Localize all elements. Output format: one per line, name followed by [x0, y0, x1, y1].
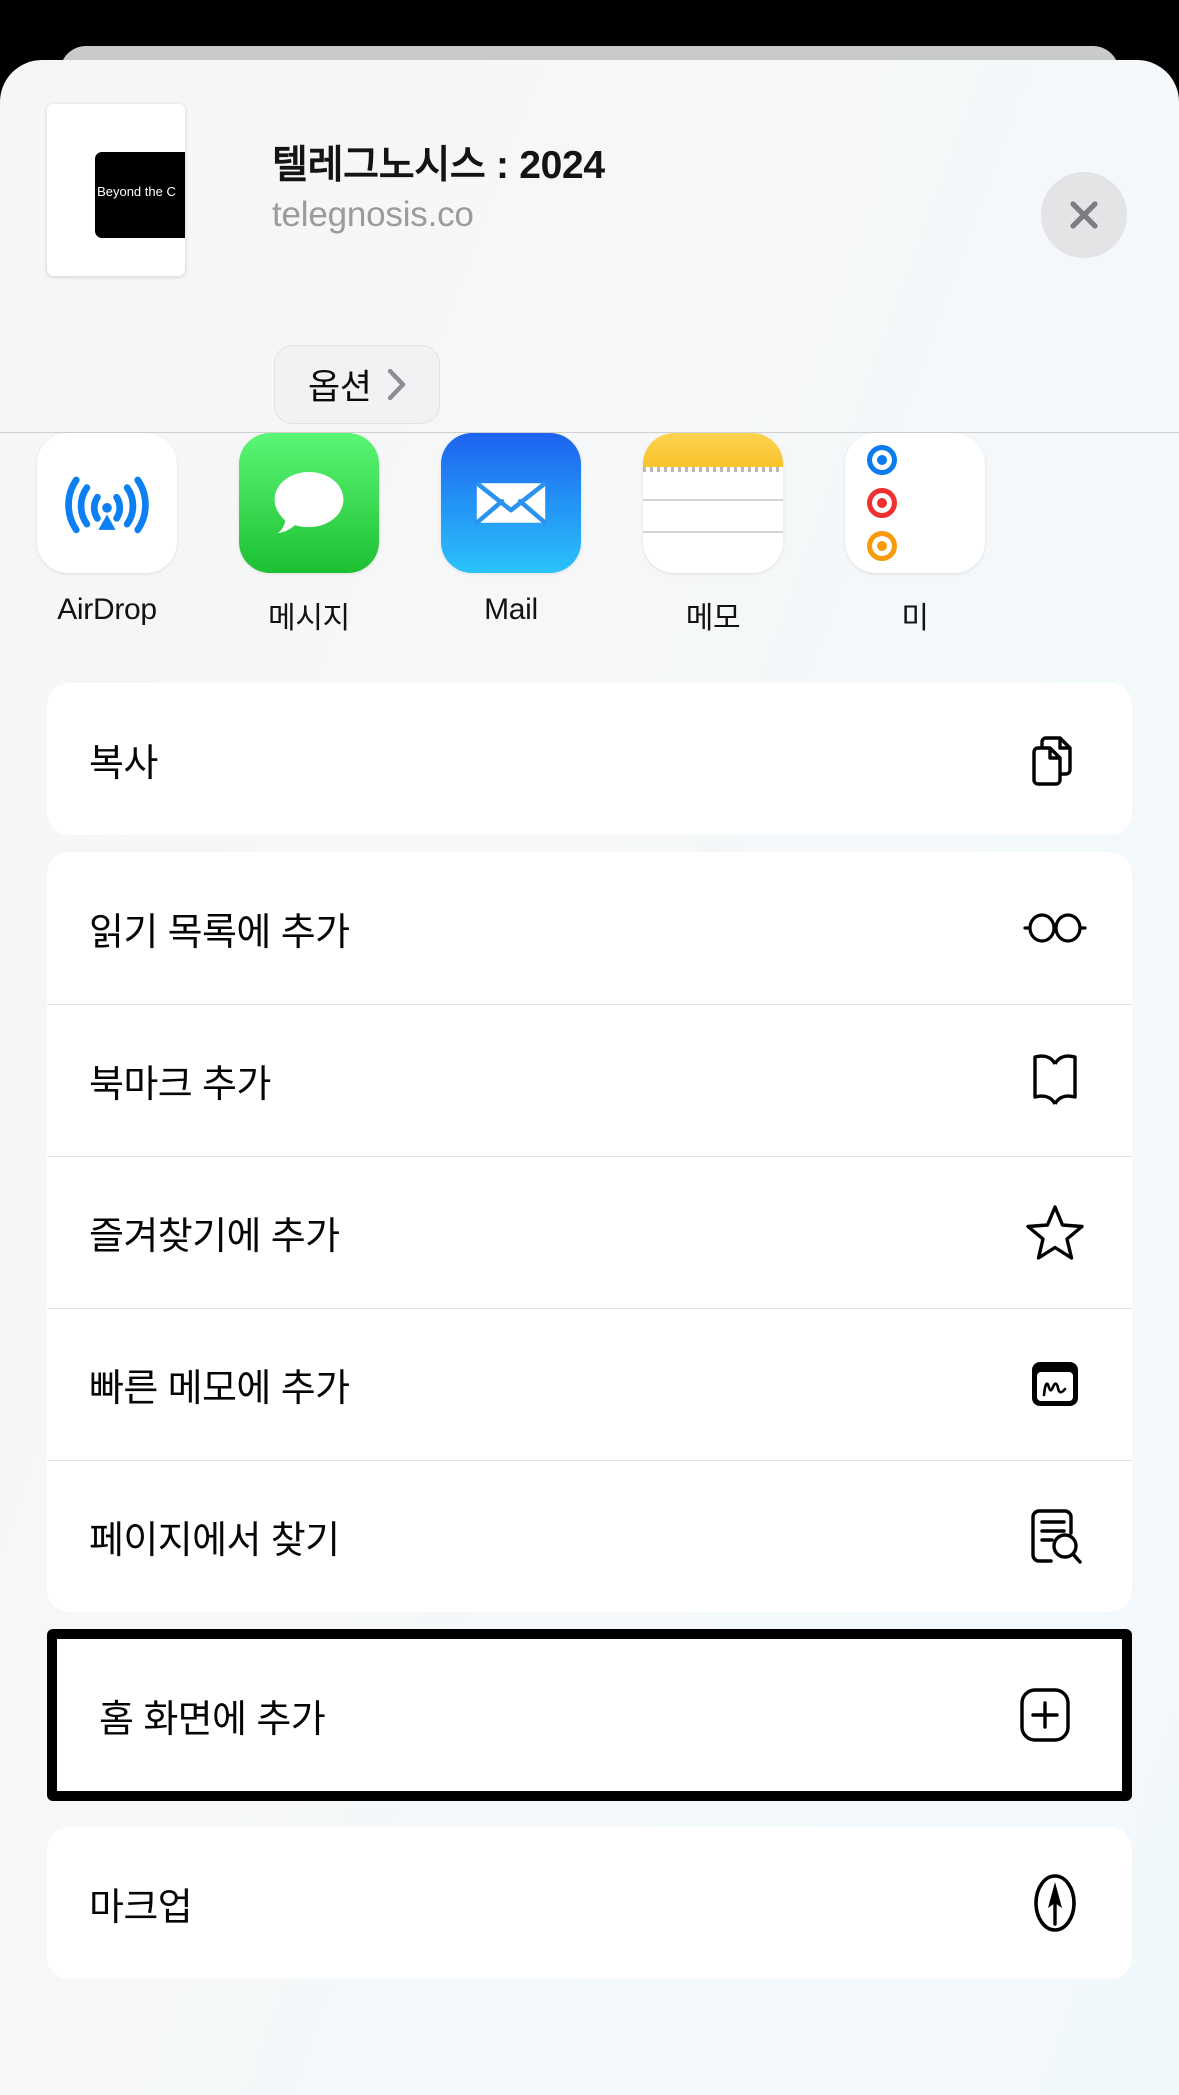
- notes-icon: [643, 433, 783, 573]
- share-sheet: ng Beyond the C 텔레그노시스 : 2024 telegnosis…: [0, 60, 1179, 2095]
- action-row-quick-note[interactable]: 빠른 메모에 추가: [47, 1308, 1132, 1460]
- chevron-right-icon: [387, 369, 405, 400]
- quicknote-icon: [1022, 1351, 1088, 1417]
- action-row-markup[interactable]: 마크업: [47, 1827, 1132, 1979]
- share-target-reminders[interactable]: 미: [845, 433, 985, 637]
- share-target-airdrop[interactable]: AirDrop: [37, 433, 177, 627]
- action-group: 복사: [47, 683, 1132, 835]
- reminders-icon: [845, 433, 985, 573]
- share-target-label: 메시지: [268, 602, 350, 635]
- options-button[interactable]: 옵션: [274, 345, 440, 424]
- page-thumbnail-caption: ng Beyond the C: [95, 184, 176, 199]
- share-target-notes[interactable]: 메모: [643, 433, 783, 637]
- page-domain: telegnosis.co: [272, 195, 474, 234]
- share-targets-row[interactable]: AirDrop 메시지 Mail 메모 미: [0, 433, 1179, 683]
- action-list: 복사 읽기 목록에 추가 북마크 추가 즐겨찾기에 추가 빠른 메모에 추가 페…: [0, 683, 1179, 1996]
- share-target-label: Mail: [484, 593, 538, 626]
- share-target-messages[interactable]: 메시지: [239, 433, 379, 637]
- action-row-label: 복사: [89, 742, 158, 785]
- star-icon: [1022, 1199, 1088, 1265]
- glasses-icon: [1022, 895, 1088, 961]
- action-row-label: 페이지에서 찾기: [89, 1519, 340, 1562]
- share-target-mail[interactable]: Mail: [441, 433, 581, 627]
- action-group: 마크업: [47, 1827, 1132, 1979]
- action-row-add-favorites[interactable]: 즐겨찾기에 추가: [47, 1156, 1132, 1308]
- page-thumbnail-image: ng Beyond the C: [95, 152, 185, 238]
- find-page-icon: [1022, 1503, 1088, 1569]
- action-group-highlighted: 홈 화면에 추가: [47, 1629, 1132, 1801]
- share-target-label: 메모: [685, 602, 741, 635]
- share-target-label: 미: [901, 602, 929, 635]
- add-plus-icon: [1012, 1682, 1078, 1748]
- page-thumbnail: ng Beyond the C: [47, 104, 185, 276]
- messages-icon: [239, 433, 379, 573]
- action-row-label: 북마크 추가: [89, 1063, 271, 1106]
- airdrop-icon: [37, 433, 177, 573]
- copy-icon: [1022, 726, 1088, 792]
- action-row-add-to-home-screen[interactable]: 홈 화면에 추가: [57, 1639, 1122, 1791]
- action-row-label: 마크업: [89, 1886, 193, 1929]
- options-button-label: 옵션: [308, 368, 372, 407]
- action-row-find-on-page[interactable]: 페이지에서 찾기: [47, 1460, 1132, 1612]
- book-icon: [1022, 1047, 1088, 1113]
- action-row-label: 빠른 메모에 추가: [89, 1367, 350, 1410]
- mail-icon: [441, 433, 581, 573]
- action-row-reading-list[interactable]: 읽기 목록에 추가: [47, 852, 1132, 1004]
- markup-icon: [1022, 1870, 1088, 1936]
- page-title: 텔레그노시스 : 2024: [272, 144, 605, 187]
- close-icon: [1070, 201, 1098, 229]
- action-row-label: 읽기 목록에 추가: [89, 911, 350, 954]
- action-row-add-bookmark[interactable]: 북마크 추가: [47, 1004, 1132, 1156]
- action-group: 읽기 목록에 추가 북마크 추가 즐겨찾기에 추가 빠른 메모에 추가 페이지에…: [47, 852, 1132, 1612]
- action-row-label: 홈 화면에 추가: [99, 1698, 326, 1741]
- action-row-copy[interactable]: 복사: [47, 683, 1132, 835]
- share-sheet-header: ng Beyond the C 텔레그노시스 : 2024 telegnosis…: [0, 60, 1179, 433]
- share-target-label: AirDrop: [57, 593, 157, 626]
- screen: ng Beyond the C 텔레그노시스 : 2024 telegnosis…: [0, 0, 1179, 2095]
- close-button[interactable]: [1041, 172, 1127, 258]
- action-row-label: 즐겨찾기에 추가: [89, 1215, 340, 1258]
